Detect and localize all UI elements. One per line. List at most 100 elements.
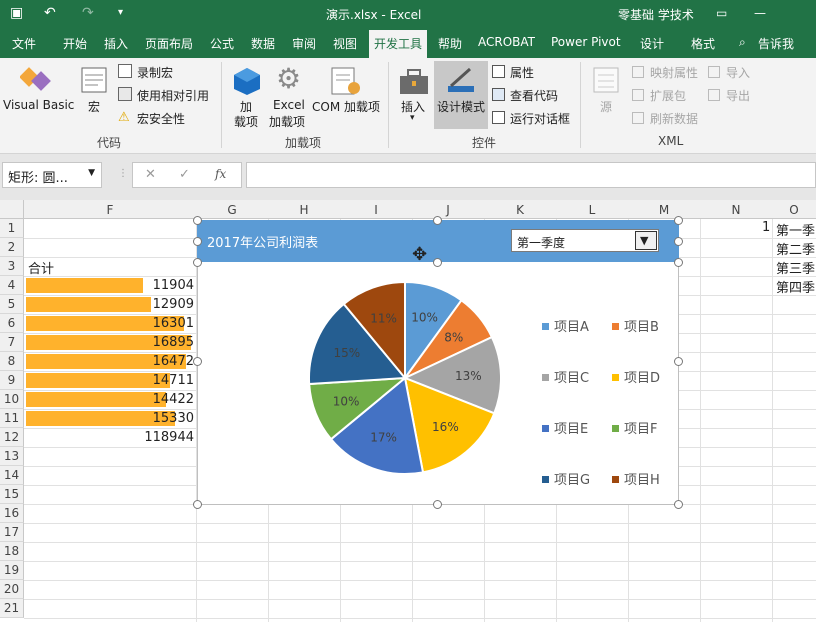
row-header[interactable]: 17 bbox=[0, 523, 24, 542]
tab-formulas[interactable]: 公式 bbox=[210, 35, 234, 52]
map-properties-button[interactable]: 映射属性 bbox=[650, 64, 698, 81]
resize-handle[interactable] bbox=[193, 258, 202, 267]
column-header-m[interactable]: M bbox=[628, 203, 700, 217]
resize-handle[interactable] bbox=[193, 357, 202, 366]
visual-basic-button[interactable]: Visual Basic bbox=[3, 98, 74, 112]
properties-button[interactable]: 属性 bbox=[510, 64, 534, 81]
row-header[interactable]: 15 bbox=[0, 485, 24, 504]
cell-value[interactable]: 14422 bbox=[26, 391, 194, 410]
cell-quarter[interactable]: 第二季 bbox=[776, 239, 815, 258]
tab-file[interactable]: 文件 bbox=[12, 35, 36, 52]
resize-handle[interactable] bbox=[193, 500, 202, 509]
refresh-data-button[interactable]: 刷新数据 bbox=[650, 110, 698, 127]
column-header-n[interactable]: N bbox=[700, 203, 772, 217]
row-header[interactable]: 11 bbox=[0, 409, 24, 428]
resize-handle[interactable] bbox=[674, 500, 683, 509]
column-header-g[interactable]: G bbox=[196, 203, 268, 217]
row-header[interactable]: 6 bbox=[0, 314, 24, 333]
combobox-dropdown-button[interactable]: ▼ bbox=[635, 231, 657, 250]
row-header[interactable]: 18 bbox=[0, 542, 24, 561]
excel-addins-label-1[interactable]: Excel bbox=[273, 98, 305, 112]
legend-item[interactable]: 项目A bbox=[542, 316, 589, 335]
row-header[interactable]: 5 bbox=[0, 295, 24, 314]
resize-handle[interactable] bbox=[433, 216, 442, 225]
formula-bar-splitter-icon[interactable]: ⋮ bbox=[118, 168, 128, 179]
tab-home[interactable]: 开始 bbox=[63, 35, 87, 52]
row-header[interactable]: 13 bbox=[0, 447, 24, 466]
legend-item[interactable]: 项目E bbox=[542, 418, 588, 437]
tab-acrobat[interactable]: ACROBAT bbox=[478, 35, 535, 49]
tab-help[interactable]: 帮助 bbox=[438, 35, 462, 52]
column-header-j[interactable]: J bbox=[412, 203, 484, 217]
tab-power-pivot[interactable]: Power Pivot bbox=[551, 35, 621, 49]
row-header[interactable]: 9 bbox=[0, 371, 24, 390]
excel-addins-label-2[interactable]: 加载项 bbox=[269, 113, 305, 130]
tab-view[interactable]: 视图 bbox=[333, 35, 357, 52]
cell-value[interactable]: 16895 bbox=[26, 334, 194, 353]
column-header-f[interactable]: F bbox=[24, 203, 196, 217]
xml-source-button[interactable]: 源 bbox=[600, 98, 612, 115]
resize-handle[interactable] bbox=[674, 237, 683, 246]
row-header[interactable]: 21 bbox=[0, 599, 24, 618]
resize-handle[interactable] bbox=[433, 258, 442, 267]
resize-handle[interactable] bbox=[193, 216, 202, 225]
tab-design[interactable]: 设计 bbox=[640, 35, 664, 52]
ribbon-display-icon[interactable]: ▭ bbox=[716, 6, 727, 20]
record-macro-button[interactable]: 录制宏 bbox=[137, 64, 173, 81]
legend-item[interactable]: 项目D bbox=[612, 367, 660, 386]
legend-item[interactable]: 项目C bbox=[542, 367, 589, 386]
enter-icon[interactable]: ✓ bbox=[179, 167, 190, 182]
cell-value[interactable]: 15330 bbox=[26, 410, 194, 429]
com-addins-button[interactable]: COM 加载项 bbox=[312, 98, 380, 115]
cell-f3-header[interactable]: 合计 bbox=[28, 258, 54, 277]
row-header[interactable]: 10 bbox=[0, 390, 24, 409]
customize-qat-icon[interactable]: ▾ bbox=[118, 4, 123, 22]
row-header[interactable]: 1 bbox=[0, 219, 24, 238]
legend-item[interactable]: 项目F bbox=[612, 418, 657, 437]
row-header[interactable]: 12 bbox=[0, 428, 24, 447]
row-header[interactable]: 2 bbox=[0, 238, 24, 257]
row-header[interactable]: 3 bbox=[0, 257, 24, 276]
cell-total[interactable]: 118944 bbox=[26, 429, 194, 448]
design-mode-button[interactable]: 设计模式 bbox=[437, 98, 485, 115]
legend-item[interactable]: 项目G bbox=[542, 469, 590, 488]
column-header-i[interactable]: I bbox=[340, 203, 412, 217]
macro-security-button[interactable]: 宏安全性 bbox=[137, 110, 185, 127]
import-button[interactable]: 导入 bbox=[726, 64, 750, 81]
save-icon[interactable]: ▣ bbox=[10, 4, 23, 22]
column-header-k[interactable]: K bbox=[484, 203, 556, 217]
expansion-pack-button[interactable]: 扩展包 bbox=[650, 87, 686, 104]
cell-value[interactable]: 14711 bbox=[26, 372, 194, 391]
cell-n1[interactable]: 1 bbox=[762, 220, 770, 235]
legend-item[interactable]: 项目H bbox=[612, 469, 660, 488]
tab-format[interactable]: 格式 bbox=[691, 35, 715, 52]
tell-me[interactable]: 告诉我 bbox=[758, 35, 794, 52]
resize-handle[interactable] bbox=[674, 216, 683, 225]
redo-icon[interactable]: ↷ bbox=[82, 4, 94, 22]
macros-button[interactable]: 宏 bbox=[88, 98, 100, 115]
select-all-corner[interactable] bbox=[0, 200, 24, 219]
row-header[interactable]: 7 bbox=[0, 333, 24, 352]
tab-insert[interactable]: 插入 bbox=[104, 35, 128, 52]
tab-page-layout[interactable]: 页面布局 bbox=[145, 35, 193, 52]
cell-value[interactable]: 16472 bbox=[26, 353, 194, 372]
cell-value[interactable]: 11904 bbox=[26, 277, 194, 296]
resize-handle[interactable] bbox=[433, 500, 442, 509]
cell-value[interactable]: 12909 bbox=[26, 296, 194, 315]
cell-quarter[interactable]: 第四季 bbox=[776, 277, 815, 296]
name-box[interactable]: 矩形: 圆... ▼ bbox=[2, 162, 102, 188]
relative-reference-button[interactable]: 使用相对引用 bbox=[137, 87, 209, 104]
formula-input[interactable] bbox=[246, 162, 816, 188]
tab-developer[interactable]: 开发工具 bbox=[369, 30, 428, 58]
row-header[interactable]: 16 bbox=[0, 504, 24, 523]
row-header[interactable]: 19 bbox=[0, 561, 24, 580]
cell-value[interactable]: 16301 bbox=[26, 315, 194, 334]
resize-handle[interactable] bbox=[193, 237, 202, 246]
insert-dropdown-icon[interactable]: ▾ bbox=[410, 113, 415, 123]
row-header[interactable]: 14 bbox=[0, 466, 24, 485]
tab-data[interactable]: 数据 bbox=[251, 35, 275, 52]
column-header-o[interactable]: O bbox=[772, 203, 816, 217]
view-code-button[interactable]: 查看代码 bbox=[510, 87, 558, 104]
row-header[interactable]: 4 bbox=[0, 276, 24, 295]
row-header[interactable]: 8 bbox=[0, 352, 24, 371]
